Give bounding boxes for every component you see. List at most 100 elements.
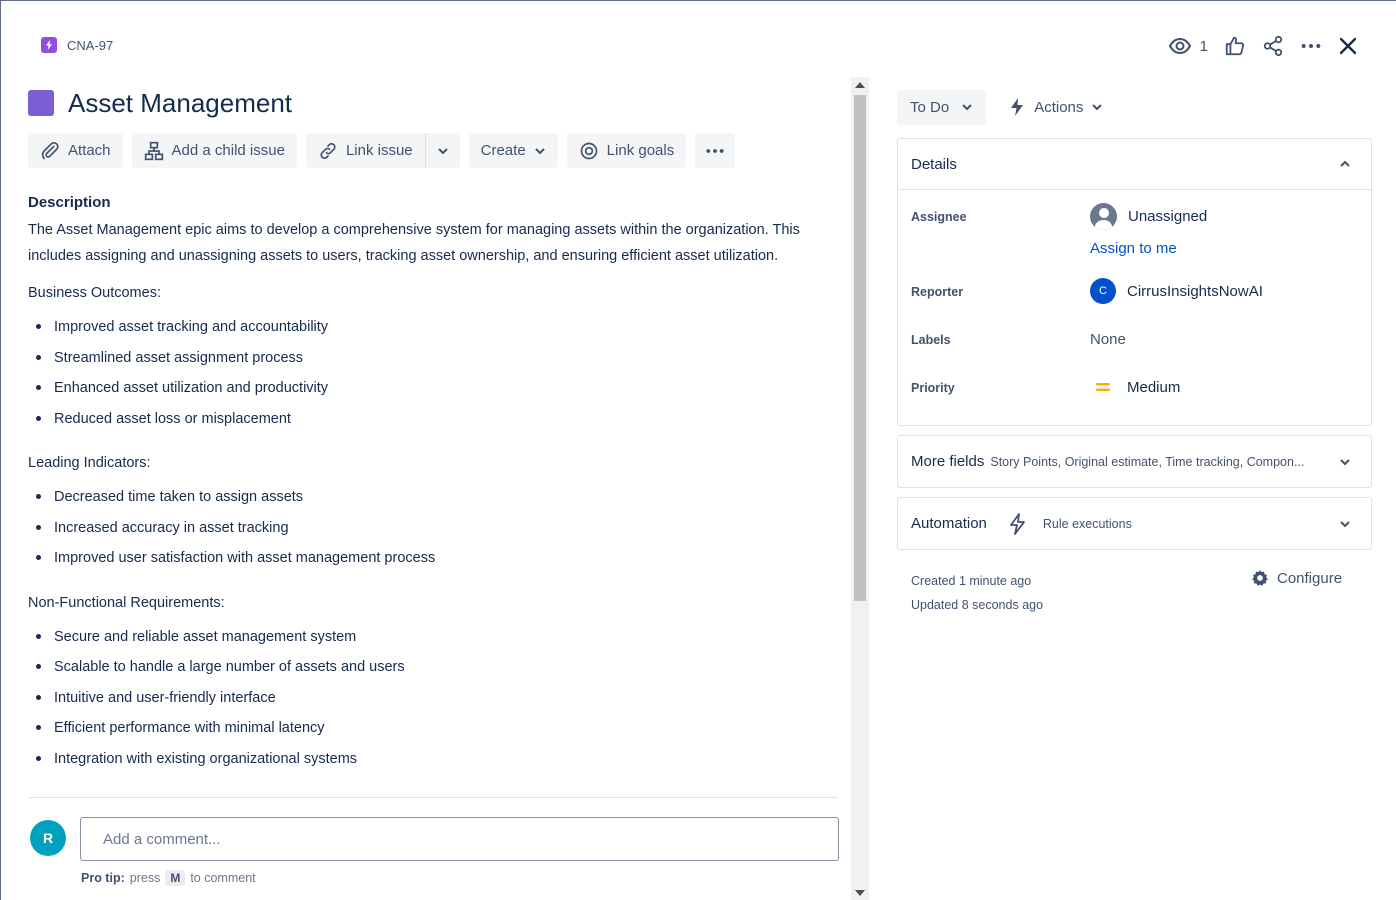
issue-sidebar: To Do Actions Details Assignee Unassigne… — [897, 89, 1372, 550]
configure-button[interactable]: Configure — [1251, 569, 1342, 587]
priority-value: Medium — [1127, 378, 1181, 396]
share-icon — [1263, 35, 1283, 57]
description-text[interactable]: The Asset Management epic aims to develo… — [28, 217, 808, 269]
breadcrumb[interactable]: CNA-97 — [41, 37, 113, 53]
nfr-heading: Non-Functional Requirements: — [28, 594, 225, 611]
pro-tip-press: press — [129, 871, 161, 885]
assignee-value: Unassigned — [1128, 208, 1208, 225]
reporter-field[interactable]: C CirrusInsightsNowAI — [1090, 278, 1263, 304]
create-button[interactable]: Create — [468, 133, 558, 168]
automation-sub: Rule executions — [1042, 516, 1132, 531]
automation-label: Automation — [911, 515, 987, 532]
link-goals-label: Link goals — [606, 142, 675, 159]
issue-key-link[interactable]: CNA-97 — [67, 38, 113, 53]
avatar: R — [30, 820, 66, 856]
leading-indicators-list: Decreased time taken to assign assets In… — [28, 487, 840, 579]
paperclip-icon — [41, 141, 59, 159]
list-item: Efficient performance with minimal laten… — [28, 718, 840, 749]
attach-button[interactable]: Attach — [28, 133, 123, 168]
actions-dropdown[interactable]: Actions — [1008, 97, 1103, 117]
configure-label: Configure — [1277, 569, 1343, 587]
chevron-down-icon — [1340, 458, 1350, 465]
close-button[interactable] — [1338, 31, 1358, 61]
issue-toolbar: Attach Add a child issue Link issue Crea… — [28, 133, 840, 169]
priority-label: Priority — [911, 381, 955, 395]
epic-color-icon — [28, 90, 54, 116]
comment-input[interactable]: Add a comment... — [80, 817, 839, 861]
more-actions-button[interactable] — [1300, 31, 1322, 61]
link-icon — [320, 142, 336, 159]
more-toolbar-button[interactable] — [695, 133, 736, 168]
scrollbar[interactable] — [851, 77, 869, 900]
priority-medium-icon — [1090, 374, 1116, 400]
reporter-row: Reporter C CirrusInsightsNowAI — [898, 274, 1371, 322]
details-heading: Details — [911, 155, 957, 173]
epic-type-icon — [41, 37, 57, 53]
more-icon — [1301, 43, 1321, 49]
list-item: Secure and reliable asset management sys… — [28, 627, 840, 658]
share-button[interactable] — [1262, 31, 1284, 61]
automation-panel[interactable]: Automation Rule executions — [897, 497, 1372, 550]
list-item: Improved user satisfaction with asset ma… — [28, 548, 840, 579]
avatar — [1090, 203, 1117, 230]
link-issue-dropdown[interactable] — [424, 133, 460, 168]
list-item: Scalable to handle a large number of ass… — [28, 657, 840, 688]
assign-to-me-link[interactable]: Assign to me — [1090, 240, 1177, 257]
attach-label: Attach — [68, 142, 111, 159]
labels-value[interactable]: None — [1090, 331, 1126, 348]
details-header[interactable]: Details — [898, 139, 1371, 190]
business-outcomes-list: Improved asset tracking and accountabili… — [28, 317, 840, 439]
eye-icon — [1168, 37, 1191, 55]
chevron-up-icon — [1340, 160, 1350, 167]
watch-count: 1 — [1199, 37, 1208, 55]
more-fields-panel[interactable]: More fields Story Points, Original estim… — [897, 435, 1372, 488]
add-child-issue-button[interactable]: Add a child issue — [131, 133, 297, 168]
leading-indicators-heading: Leading Indicators: — [28, 455, 151, 471]
gear-icon — [1252, 570, 1268, 586]
scroll-up-arrow-icon[interactable] — [855, 82, 865, 88]
watch-button[interactable]: 1 — [1168, 34, 1208, 58]
assignee-field[interactable]: Unassigned — [1090, 203, 1207, 230]
description-heading: Description — [28, 194, 111, 211]
scrollbar-thumb[interactable] — [854, 95, 866, 601]
avatar: C — [1090, 278, 1116, 304]
labels-row: Labels None — [898, 322, 1371, 370]
lightning-icon — [1011, 98, 1024, 116]
link-issue-button[interactable]: Link issue — [305, 133, 425, 168]
timestamps: Created 1 minute ago Updated 8 seconds a… — [911, 569, 1043, 617]
scroll-down-arrow-icon[interactable] — [855, 890, 865, 896]
priority-field[interactable]: Medium — [1090, 374, 1180, 400]
nfr-list: Secure and reliable asset management sys… — [28, 627, 840, 780]
status-dropdown[interactable]: To Do — [897, 89, 987, 125]
assignee-row: Assignee Unassigned Assign to me — [898, 190, 1371, 274]
create-label: Create — [480, 142, 526, 159]
vote-button[interactable] — [1224, 31, 1246, 61]
pro-tip: Pro tip: press M to comment — [81, 870, 256, 886]
pro-tip-label: Pro tip: — [81, 871, 125, 885]
updated-timestamp: Updated 8 seconds ago — [911, 598, 1044, 612]
chevron-down-icon — [1340, 520, 1350, 527]
header-actions: 1 — [1168, 31, 1358, 61]
chevron-down-icon — [437, 147, 448, 154]
assignee-label: Assignee — [911, 210, 967, 224]
divider — [28, 797, 838, 798]
list-item: Integration with existing organizational… — [28, 749, 840, 780]
created-timestamp: Created 1 minute ago — [911, 574, 1032, 588]
add-child-label: Add a child issue — [171, 142, 285, 159]
reporter-value: CirrusInsightsNowAI — [1127, 282, 1263, 300]
close-icon — [1339, 37, 1357, 55]
reporter-label: Reporter — [911, 285, 964, 299]
business-outcomes-heading: Business Outcomes: — [28, 285, 161, 301]
list-item: Streamlined asset assignment process — [28, 348, 840, 379]
page-title[interactable]: Asset Management — [68, 88, 292, 119]
list-item: Increased accuracy in asset tracking — [28, 518, 840, 549]
more-icon — [706, 148, 724, 153]
chevron-down-icon — [534, 147, 545, 154]
issue-dialog: CNA-97 1 Asset Management Attach Add a c… — [0, 0, 1396, 900]
pro-tip-suffix: to comment — [190, 871, 256, 885]
link-goals-button[interactable]: Link goals — [566, 133, 687, 168]
more-fields-summary: Story Points, Original estimate, Time tr… — [990, 455, 1305, 469]
list-item: Enhanced asset utilization and productiv… — [28, 378, 840, 409]
issue-main-content: Asset Management Attach Add a child issu… — [28, 77, 840, 797]
priority-row: Priority Medium — [898, 370, 1371, 418]
